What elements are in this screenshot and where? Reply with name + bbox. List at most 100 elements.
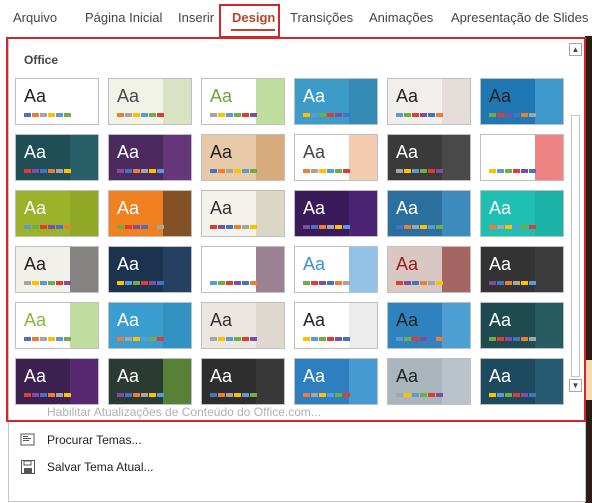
color-swatch (396, 281, 403, 285)
theme-color-swatches (396, 281, 443, 285)
theme-thumbnail[interactable]: Aa (480, 190, 564, 237)
theme-thumbnail[interactable]: Aa (294, 190, 378, 237)
save-theme-menu-item[interactable]: Salvar Tema Atual... (20, 457, 320, 479)
color-swatch (420, 113, 427, 117)
theme-color-swatches (303, 281, 350, 285)
color-swatch (242, 225, 249, 229)
theme-accent-band (442, 303, 470, 348)
theme-accent-band (535, 359, 563, 404)
theme-thumbnail[interactable]: Aa (387, 358, 471, 405)
theme-sample-text: Aa (303, 86, 326, 106)
theme-accent-band (163, 303, 191, 348)
color-swatch (497, 337, 504, 341)
save-icon (20, 459, 36, 475)
color-swatch (125, 169, 132, 173)
theme-color-swatches (396, 169, 443, 173)
color-swatch (32, 393, 39, 397)
color-swatch (521, 393, 528, 397)
color-swatch (234, 337, 241, 341)
theme-thumbnail[interactable]: Aa (294, 358, 378, 405)
theme-thumbnail[interactable]: Aa (15, 134, 99, 181)
color-swatch (436, 169, 443, 173)
theme-accent-band (349, 359, 377, 404)
theme-thumbnail[interactable]: Aa (294, 302, 378, 349)
theme-accent-band (535, 303, 563, 348)
tab-pagina-inicial[interactable]: Página Inicial (85, 10, 162, 25)
color-swatch (311, 225, 318, 229)
theme-color-swatches (117, 113, 164, 117)
theme-thumbnail[interactable]: Aa (480, 246, 564, 293)
enable-office-content-updates[interactable]: Habilitar Atualizações de Conteúdo do Of… (47, 405, 321, 419)
color-swatch (40, 281, 47, 285)
theme-sample-text: Aa (489, 254, 512, 274)
theme-thumbnail[interactable]: Aa (201, 78, 285, 125)
theme-thumbnail[interactable]: Aa (108, 358, 192, 405)
theme-thumbnail[interactable]: Aa (108, 302, 192, 349)
theme-thumbnail[interactable]: Aa (108, 190, 192, 237)
theme-color-swatches (489, 393, 536, 397)
theme-thumbnail[interactable]: Aa (108, 78, 192, 125)
theme-thumbnail[interactable]: Aa (108, 134, 192, 181)
theme-thumbnail[interactable]: Aa (387, 78, 471, 125)
theme-color-swatches (210, 169, 257, 173)
color-swatch (505, 113, 512, 117)
theme-thumbnail[interactable]: Aa (294, 246, 378, 293)
tab-arquivo[interactable]: Arquivo (13, 10, 57, 25)
theme-accent-band (256, 191, 284, 236)
scrollbar-thumb[interactable] (571, 115, 580, 377)
theme-thumbnail[interactable]: Aa (201, 190, 285, 237)
color-swatch (521, 113, 528, 117)
theme-thumbnail[interactable]: Aa (480, 302, 564, 349)
gallery-scrollbar[interactable]: ▲ ▼ (569, 43, 583, 393)
color-swatch (157, 281, 164, 285)
tab-transicoes[interactable]: Transições (290, 10, 353, 25)
theme-thumbnail[interactable]: Aa (480, 358, 564, 405)
theme-thumbnail[interactable]: Aa (201, 246, 285, 293)
color-swatch (149, 169, 156, 173)
theme-accent-band (442, 359, 470, 404)
tab-inserir[interactable]: Inserir (178, 10, 214, 25)
color-swatch (117, 169, 124, 173)
theme-thumbnail[interactable]: Aa (15, 190, 99, 237)
color-swatch (412, 281, 419, 285)
theme-accent-band (70, 191, 98, 236)
theme-thumbnail[interactable]: Aa (387, 302, 471, 349)
theme-thumbnail[interactable]: Aa (387, 246, 471, 293)
theme-thumbnail[interactable]: Aa (15, 78, 99, 125)
theme-sample-text: Aa (210, 366, 233, 386)
browse-themes-menu-item[interactable]: Procurar Temas... (20, 430, 320, 452)
tab-apresentacao-de-slides[interactable]: Apresentação de Slides (451, 10, 588, 25)
theme-thumbnail[interactable]: Aa (480, 134, 564, 181)
theme-sample-text: Aa (117, 310, 140, 330)
theme-sample-text: Aa (117, 142, 140, 162)
theme-thumbnail[interactable]: Aa (387, 190, 471, 237)
color-swatch (489, 393, 496, 397)
theme-thumbnail[interactable]: Aa (201, 302, 285, 349)
scroll-up-button[interactable]: ▲ (569, 43, 582, 56)
color-swatch (428, 393, 435, 397)
theme-thumbnail[interactable]: Aa (387, 134, 471, 181)
theme-thumbnail[interactable]: Aa (108, 246, 192, 293)
color-swatch (218, 169, 225, 173)
tab-animacoes[interactable]: Animações (369, 10, 433, 25)
color-swatch (133, 337, 140, 341)
theme-thumbnail[interactable]: Aa (15, 358, 99, 405)
theme-thumbnail[interactable]: Aa (294, 78, 378, 125)
color-swatch (529, 169, 536, 173)
theme-sample-text: Aa (396, 254, 419, 274)
theme-thumbnail[interactable]: Aa (480, 78, 564, 125)
scroll-down-button[interactable]: ▼ (569, 379, 582, 392)
theme-thumbnail[interactable]: Aa (15, 302, 99, 349)
color-swatch (218, 281, 225, 285)
theme-accent-band (349, 135, 377, 180)
theme-thumbnail[interactable]: Aa (201, 134, 285, 181)
theme-accent-band (70, 247, 98, 292)
theme-accent-band (256, 247, 284, 292)
theme-thumbnail[interactable]: Aa (201, 358, 285, 405)
color-swatch (303, 393, 310, 397)
color-swatch (64, 281, 71, 285)
color-swatch (242, 281, 249, 285)
theme-color-swatches (210, 337, 257, 341)
theme-thumbnail[interactable]: Aa (294, 134, 378, 181)
theme-thumbnail[interactable]: Aa (15, 246, 99, 293)
